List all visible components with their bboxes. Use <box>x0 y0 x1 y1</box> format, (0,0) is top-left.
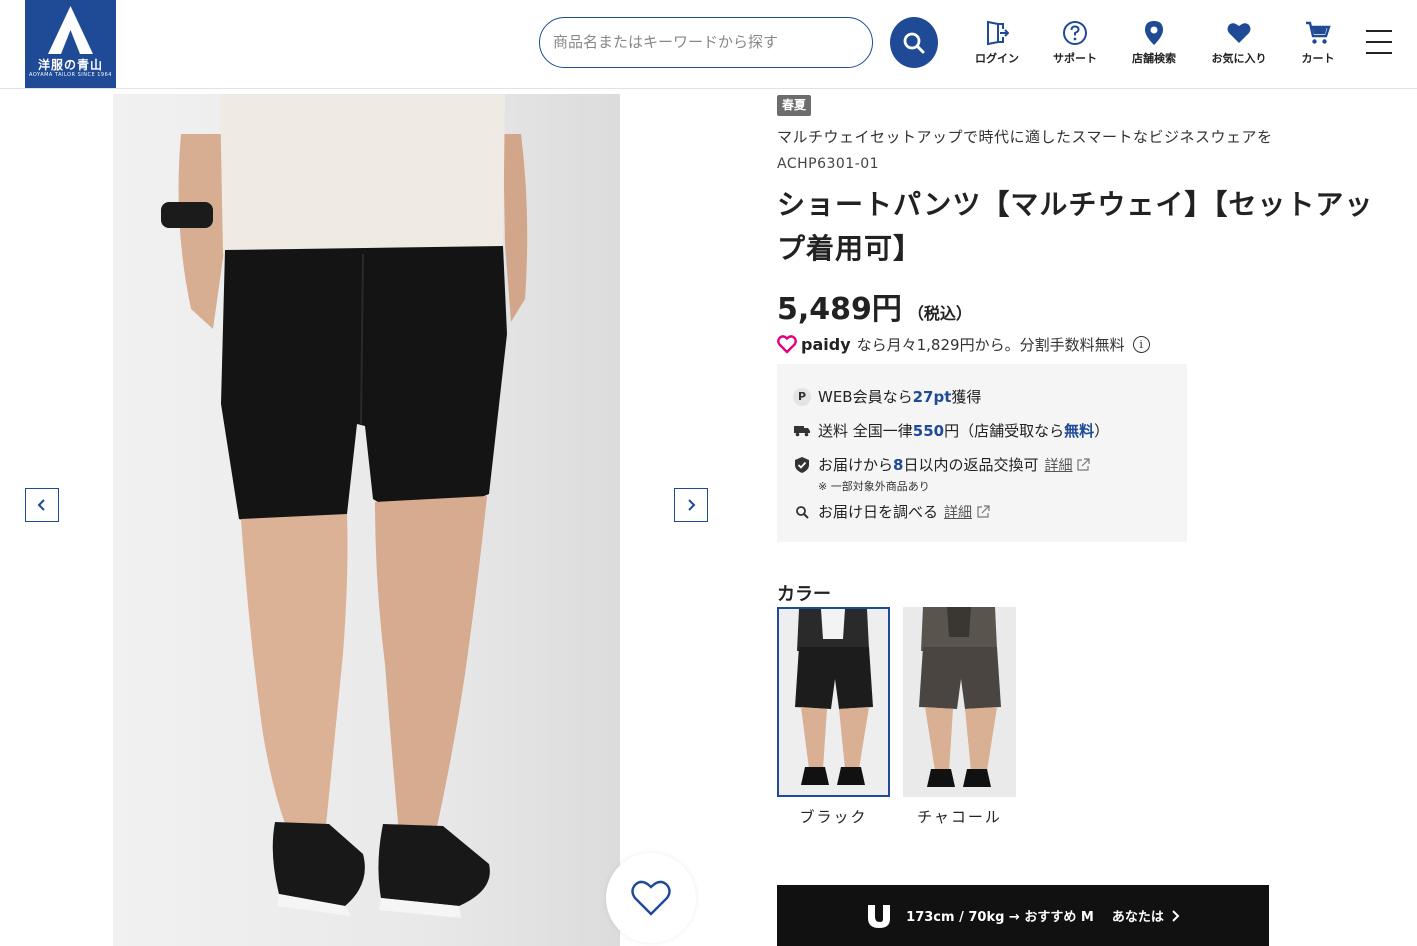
return-row: お届けから 8 日以内の返品交換可 詳細 <box>793 454 1091 475</box>
fit-logo-icon <box>868 904 891 928</box>
points-badge: P <box>793 387 811 406</box>
product-price: 5,489円 （税込） <box>777 284 972 328</box>
heart-icon <box>1227 23 1251 43</box>
nav-favorites[interactable]: お気に入り <box>1200 20 1278 66</box>
brand-logo[interactable]: 洋服の青山 AOYAMA TAILOR SINCE 1964 <box>25 0 116 88</box>
external-link-icon <box>1077 457 1091 471</box>
product-code: ACHP6301-01 <box>777 156 880 172</box>
add-to-favorites-button[interactable] <box>606 853 696 943</box>
nav-stores[interactable]: 店舗検索 <box>1115 20 1193 66</box>
return-suffix: 日以内の返品交換可 <box>903 456 1039 474</box>
return-note: ※ 一部対象外商品あり <box>818 480 930 493</box>
menu-line-icon <box>1366 41 1392 43</box>
price-value: 5,489円 <box>777 292 902 327</box>
search-button[interactable] <box>890 17 938 68</box>
nav-cart-label: カート <box>1301 52 1335 65</box>
color-heading: カラー <box>777 584 831 605</box>
chevron-right-icon <box>1172 909 1180 922</box>
points-row: P WEB会員なら 27pt 獲得 <box>793 386 981 407</box>
search-input[interactable] <box>553 18 853 66</box>
points-value: 27pt <box>912 387 952 406</box>
color-swatch-black[interactable] <box>777 607 890 797</box>
shipping-value: 550 <box>912 421 945 440</box>
site-header: 洋服の青山 AOYAMA TAILOR SINCE 1964 ログイン サポート <box>0 0 1417 89</box>
color-label-charcoal: チャコール <box>917 808 1002 826</box>
chevron-right-icon <box>688 499 696 511</box>
search-box <box>539 17 873 68</box>
truck-icon <box>793 422 811 440</box>
nav-stores-label: 店舗検索 <box>1132 52 1176 65</box>
shipping-free: 無料 <box>1064 422 1095 440</box>
nav-support[interactable]: サポート <box>1036 20 1114 66</box>
product-photo <box>113 94 620 946</box>
tax-note: （税込） <box>907 304 972 323</box>
nav-cart[interactable]: カート <box>1279 20 1357 66</box>
menu-line-icon <box>1366 52 1392 54</box>
search-icon <box>903 32 925 53</box>
shipping-prefix: 送料 全国一律 <box>818 422 913 440</box>
delivery-detail-link[interactable]: 詳細 <box>944 502 972 522</box>
delivery-text: お届け日を調べる <box>818 503 939 521</box>
menu-line-icon <box>1366 30 1392 32</box>
login-icon <box>987 20 1009 46</box>
map-pin-icon <box>1145 21 1163 45</box>
gallery-prev-button[interactable] <box>25 488 59 522</box>
brand-logo-sub: AOYAMA TAILOR SINCE 1964 <box>29 72 112 78</box>
swatch-image-black <box>779 609 888 795</box>
color-label-black: ブラック <box>799 808 868 826</box>
shield-shape <box>795 456 809 473</box>
paidy-installment: paidy なら月々1,829円から。分割手数料無料 i <box>777 333 1150 355</box>
paidy-text: なら月々1,829円から。分割手数料無料 <box>856 335 1125 354</box>
shield-check-icon <box>793 456 811 474</box>
points-prefix: WEB会員なら <box>818 388 913 406</box>
swatch-image-charcoal <box>903 607 1016 797</box>
fit-you-label: あなたは <box>1111 910 1164 925</box>
product-title: ショートパンツ【マルチウェイ】【セットアップ着用可】 <box>777 188 1374 265</box>
points-icon: P <box>793 387 811 406</box>
return-days: 8 <box>893 455 904 474</box>
menu-button[interactable] <box>1366 30 1392 54</box>
external-link-icon <box>977 504 990 518</box>
points-suffix: 獲得 <box>951 388 982 406</box>
magnifier-icon <box>793 503 811 521</box>
chevron-left-icon <box>37 499 45 511</box>
return-detail-link[interactable]: 詳細 <box>1044 455 1072 475</box>
delivery-row: お届け日を調べる 詳細 <box>793 501 990 522</box>
fit-recommendation: 173cm / 70kg → おすすめ M <box>906 910 1094 925</box>
mountain-logo-icon <box>48 6 93 54</box>
nav-login[interactable]: ログイン <box>958 20 1036 66</box>
shipping-suffix: ） <box>1094 422 1110 440</box>
paidy-logo-icon <box>777 335 797 354</box>
season-tag: 春夏 <box>777 95 812 116</box>
question-icon <box>1063 21 1087 45</box>
shipping-row: 送料 全国一律 550 円（店舗受取なら 無料） <box>793 420 1109 441</box>
cart-icon <box>1306 21 1331 44</box>
nav-support-label: サポート <box>1053 52 1097 65</box>
color-swatch-charcoal[interactable] <box>903 607 1016 797</box>
benefit-box: P WEB会員なら 27pt 獲得 送料 全国一律 550 円（店舗受取なら 無料） お届… <box>777 364 1187 542</box>
product-main-image <box>113 94 620 946</box>
magnifier-shape <box>796 505 809 519</box>
info-icon[interactable]: i <box>1132 335 1150 353</box>
return-prefix: お届けから <box>818 456 894 474</box>
shipping-mid: 円（店舗受取なら <box>944 422 1065 440</box>
nav-login-label: ログイン <box>975 52 1019 65</box>
heart-outline-icon <box>631 880 671 916</box>
nav-favorites-label: お気に入り <box>1211 52 1267 65</box>
brand-logo-text: 洋服の青山 <box>37 58 103 72</box>
gallery-next-button[interactable] <box>674 488 708 522</box>
paidy-brand: paidy <box>801 334 851 354</box>
truck-shape <box>793 425 810 436</box>
size-recommendation-bar[interactable]: 173cm / 70kg → おすすめ M あなたは <box>777 885 1269 946</box>
catch-copy: マルチウェイセットアップで時代に適したスマートなビジネスウェアを <box>777 128 1273 146</box>
